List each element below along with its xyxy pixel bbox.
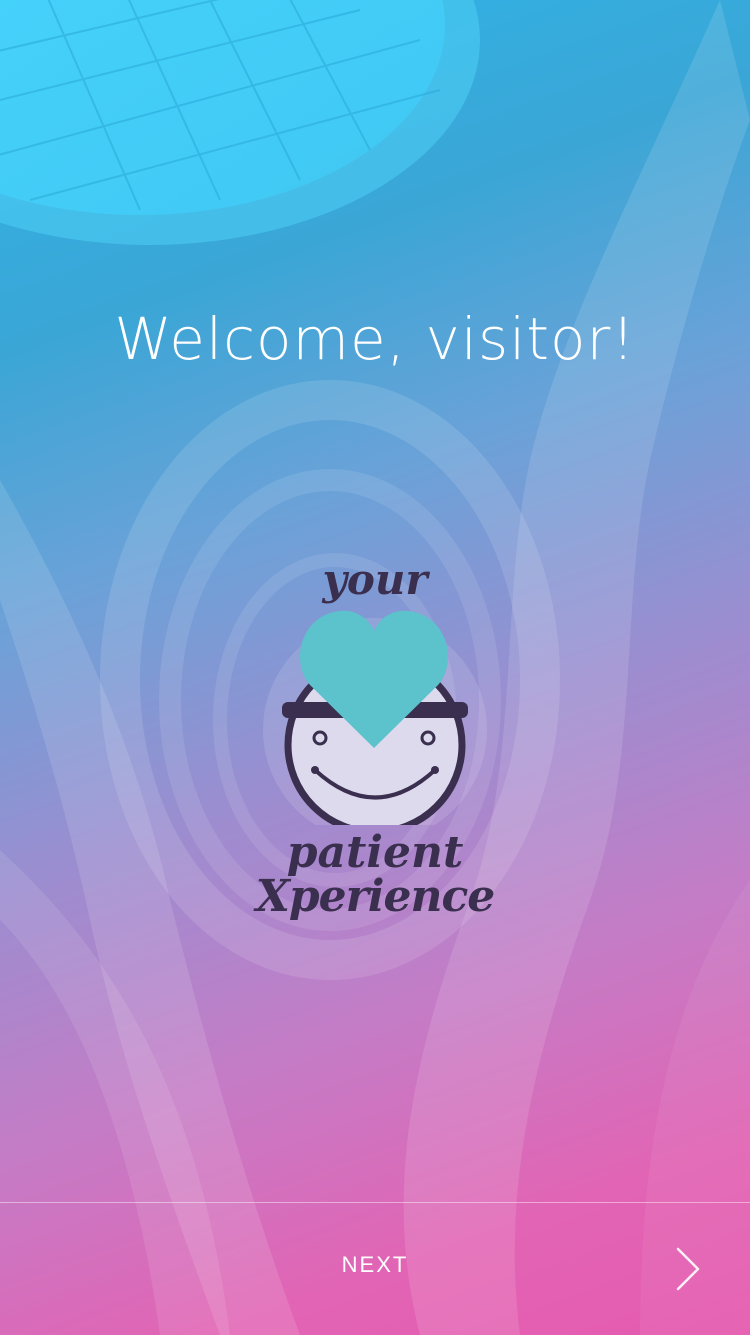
patient-xperience-logo: your patient Xperience	[240, 545, 510, 935]
footer-divider	[0, 1202, 750, 1203]
logo-word-xperience: Xperience	[255, 871, 496, 922]
welcome-title: Welcome, visitor!	[114, 305, 636, 373]
logo-word-your: your	[322, 555, 428, 604]
next-button[interactable]: NEXT	[0, 1252, 750, 1278]
chevron-right-icon[interactable]	[672, 1245, 704, 1293]
smiling-face-heart-icon	[263, 610, 487, 825]
